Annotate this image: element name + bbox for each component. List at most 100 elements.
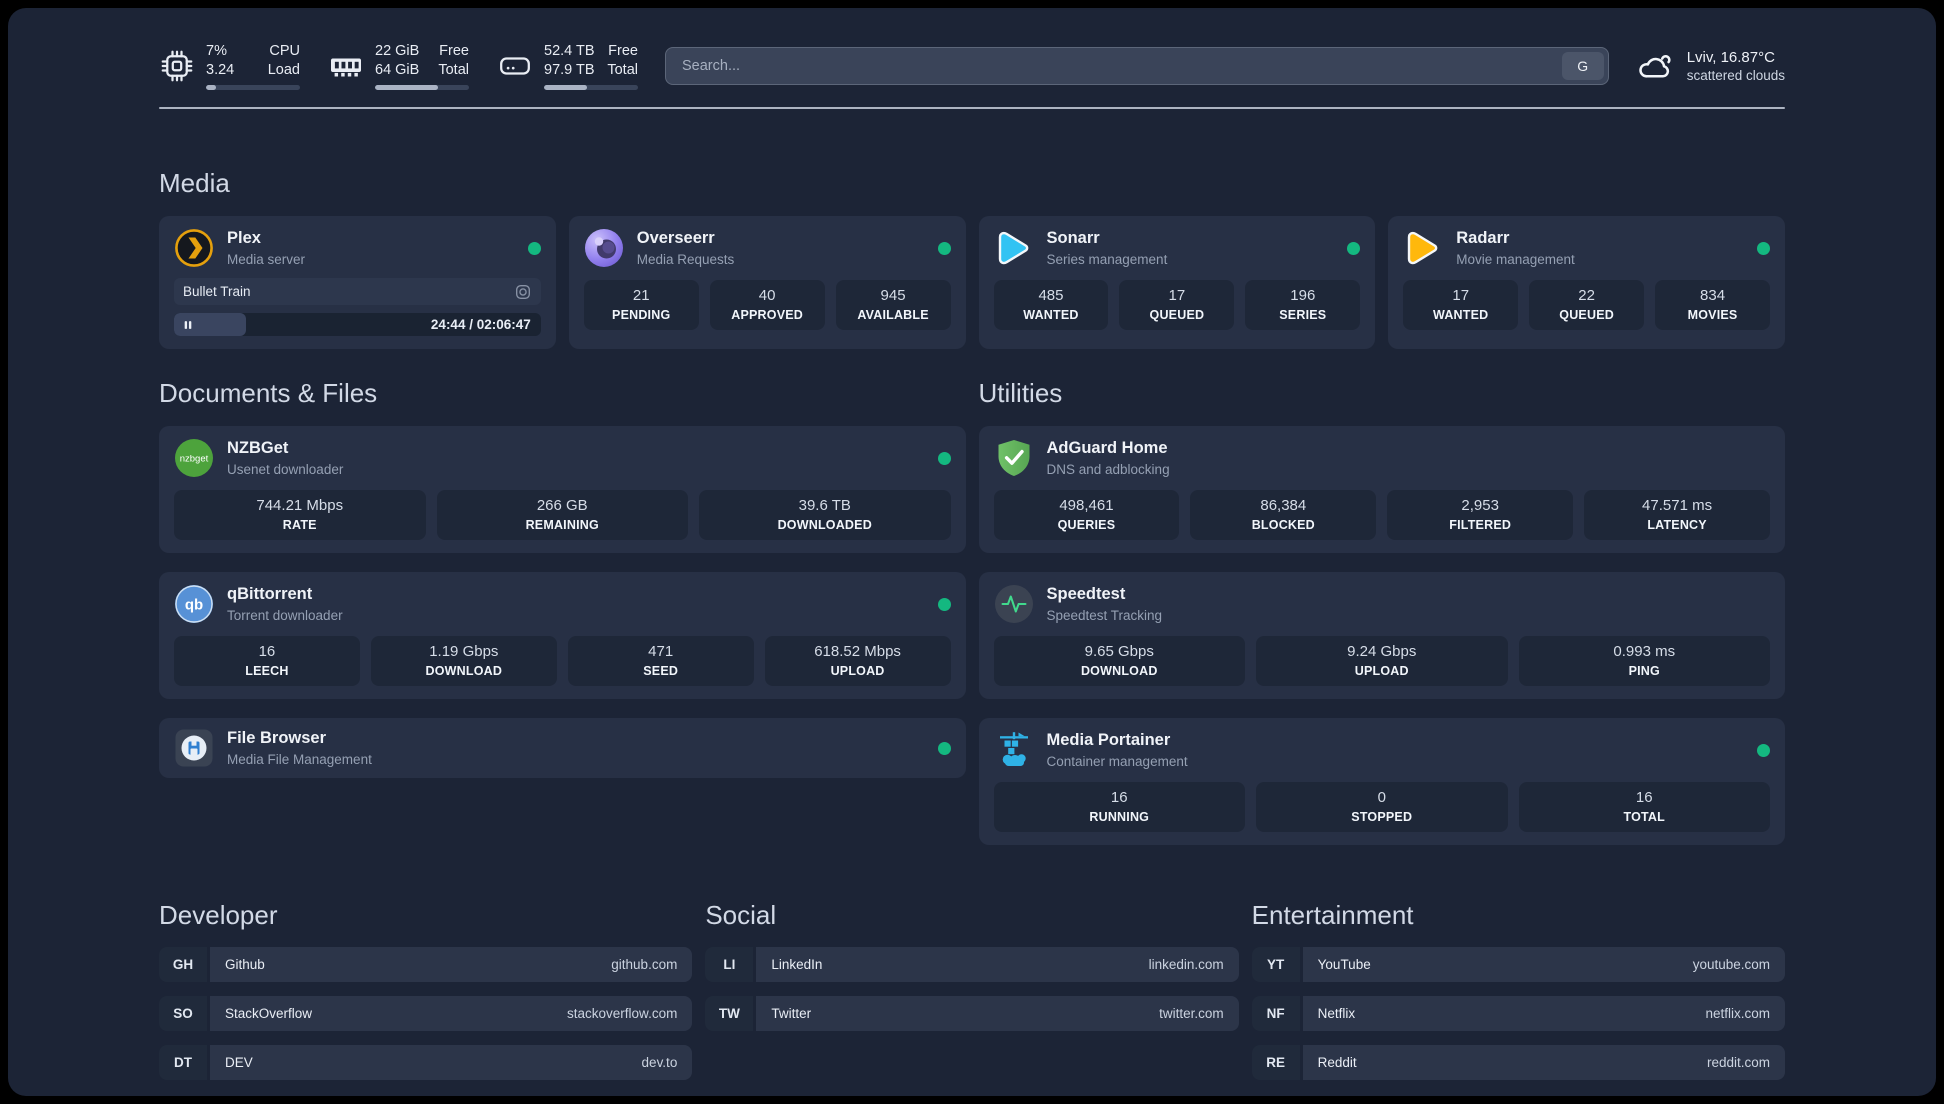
system-stat-rows: 7% 3.24 CPU Load bbox=[206, 42, 300, 80]
app-name: Overseerr bbox=[636, 229, 715, 248]
stat-label: WANTED bbox=[1023, 308, 1079, 323]
system-stat-memory: 22 GiB 64 GiB Free Total bbox=[328, 42, 469, 91]
app-description: Media File Management bbox=[227, 751, 372, 767]
stat-box-running: 16 RUNNING bbox=[993, 782, 1245, 833]
app-description: DNS and adblocking bbox=[1046, 461, 1170, 477]
app-card-file-browser[interactable]: File Browser Media File Management bbox=[159, 718, 966, 779]
stat-value: 16 bbox=[1635, 789, 1653, 807]
stat-box-upload: 618.52 Mbps UPLOAD bbox=[764, 636, 951, 687]
app-titles: Radarr Movie management bbox=[1456, 229, 1575, 267]
link-body: DEV dev.to bbox=[210, 1044, 693, 1080]
link-url: youtube.com bbox=[1692, 956, 1770, 972]
app-description: Movie management bbox=[1456, 252, 1575, 268]
link-abbr: RE bbox=[1251, 1044, 1300, 1080]
stat-label: LEECH bbox=[245, 664, 289, 679]
link-item-reddit[interactable]: RE Reddit reddit.com bbox=[1251, 1044, 1785, 1080]
stat-label: DOWNLOAD bbox=[1080, 664, 1158, 679]
stat-label: MOVIES bbox=[1687, 308, 1738, 323]
app-card-radarr[interactable]: Radarr Movie management 17 WANTED 22 QUE… bbox=[1388, 216, 1785, 350]
system-stat-body: 7% 3.24 CPU Load bbox=[206, 42, 300, 91]
stat-box-upload: 9.24 Gbps UPLOAD bbox=[1256, 636, 1508, 687]
stat-label: SEED bbox=[643, 664, 679, 679]
app-stats-row: 498,461 QUERIES 86,384 BLOCKED 2,953 FIL… bbox=[993, 490, 1770, 541]
stat-box-blocked: 86,384 BLOCKED bbox=[1190, 490, 1377, 541]
status-online-dot bbox=[1757, 241, 1770, 255]
stat-value: 17 bbox=[1452, 287, 1470, 305]
now-playing-icon bbox=[514, 283, 532, 301]
stat-label: QUERIES bbox=[1057, 518, 1116, 533]
stat-label: TOTAL bbox=[1623, 810, 1665, 825]
media-app-grid: Plex Media server Bullet Train 24:44 / 0… bbox=[159, 216, 1785, 350]
stat-label: LATENCY bbox=[1647, 518, 1707, 533]
stat-label: Free bbox=[439, 43, 469, 59]
link-body: Github github.com bbox=[210, 946, 693, 982]
app-card-media-portainer[interactable]: Media Portainer Container management 16 … bbox=[978, 718, 1785, 846]
stat-value: 21 bbox=[632, 287, 650, 305]
stat-label: AVAILABLE bbox=[857, 308, 929, 323]
app-card-plex[interactable]: Plex Media server Bullet Train 24:44 / 0… bbox=[159, 216, 556, 350]
app-card-header: nzbget NZBGet Usenet downloader bbox=[174, 438, 951, 478]
app-card-header: Radarr Movie management bbox=[1403, 228, 1770, 268]
search-input[interactable] bbox=[680, 57, 1562, 76]
link-url: dev.to bbox=[641, 1054, 678, 1070]
link-url: github.com bbox=[611, 956, 678, 972]
link-item-github[interactable]: GH Github github.com bbox=[159, 946, 693, 982]
disk-icon bbox=[497, 48, 533, 84]
app-card-overseerr[interactable]: Overseerr Media Requests 21 PENDING 40 A… bbox=[568, 216, 966, 350]
svg-text:qb: qb bbox=[185, 597, 203, 614]
stat-box-available: 945 AVAILABLE bbox=[835, 280, 951, 331]
stat-box-download: 9.65 Gbps DOWNLOAD bbox=[993, 636, 1245, 687]
stat-label: RATE bbox=[282, 518, 317, 533]
app-card-nzbget[interactable]: nzbget NZBGet Usenet downloader 744.21 M… bbox=[159, 426, 966, 554]
stat-box-download: 1.19 Gbps DOWNLOAD bbox=[370, 636, 557, 687]
system-stat-body: 52.4 TB 97.9 TB Free Total bbox=[544, 42, 638, 91]
app-card-speedtest[interactable]: Speedtest Speedtest Tracking 9.65 Gbps D… bbox=[978, 572, 1785, 700]
stat-value: 0.993 ms bbox=[1613, 643, 1676, 661]
link-name: DEV bbox=[225, 1054, 253, 1070]
link-item-youtube[interactable]: YT YouTube youtube.com bbox=[1251, 946, 1785, 982]
adguard-icon bbox=[994, 438, 1034, 478]
stat-box-pending: 21 PENDING bbox=[583, 280, 699, 331]
status-online-dot bbox=[937, 241, 951, 255]
filebrowser-icon bbox=[174, 728, 214, 768]
app-card-adguard-home[interactable]: AdGuard Home DNS and adblocking 498,461 … bbox=[978, 426, 1785, 554]
search-engine-button[interactable]: G bbox=[1561, 52, 1604, 81]
app-description: Container management bbox=[1046, 753, 1188, 769]
cpu-chip-icon bbox=[159, 48, 195, 84]
link-name: StackOverflow bbox=[225, 1005, 313, 1021]
link-abbr: YT bbox=[1251, 946, 1300, 982]
system-stat-labels: Free Total bbox=[607, 42, 638, 80]
link-item-twitter[interactable]: TW Twitter twitter.com bbox=[705, 995, 1239, 1031]
stat-box-ping: 0.993 ms PING bbox=[1518, 636, 1770, 687]
weather-text: Lviv, 16.87°C scattered clouds bbox=[1687, 49, 1785, 83]
status-online-dot bbox=[937, 597, 951, 611]
stat-value: 7% bbox=[206, 43, 227, 59]
header-divider bbox=[159, 107, 1785, 110]
weather-widget[interactable]: Lviv, 16.87°C scattered clouds bbox=[1636, 47, 1785, 85]
link-item-linkedin[interactable]: LI LinkedIn linkedin.com bbox=[705, 946, 1239, 982]
stat-box-wanted: 17 WANTED bbox=[1403, 280, 1519, 331]
link-abbr: NF bbox=[1251, 995, 1300, 1031]
section-title-social: Social bbox=[705, 900, 777, 931]
link-name: Twitter bbox=[771, 1005, 812, 1021]
app-name: NZBGet bbox=[227, 439, 289, 458]
app-card-qbittorrent[interactable]: qb qBittorrent Torrent downloader 16 LEE… bbox=[159, 572, 966, 700]
app-stats-row: 485 WANTED 17 QUEUED 196 SERIES bbox=[993, 280, 1361, 331]
portainer-icon bbox=[994, 730, 1034, 770]
link-item-netflix[interactable]: NF Netflix netflix.com bbox=[1251, 995, 1785, 1031]
link-item-dev[interactable]: DT DEV dev.to bbox=[159, 1044, 693, 1080]
stat-box-leech: 16 LEECH bbox=[174, 636, 360, 687]
app-card-header: Speedtest Speedtest Tracking bbox=[994, 584, 1771, 624]
stat-box-rate: 744.21 Mbps RATE bbox=[174, 490, 426, 541]
stat-value: 47.571 ms bbox=[1642, 497, 1713, 515]
documents-column: Documents & Files nzbget NZBGet Usenet d… bbox=[159, 378, 966, 845]
link-body: YouTube youtube.com bbox=[1302, 946, 1785, 982]
stat-label: DOWNLOADED bbox=[777, 518, 872, 533]
stat-value: 485 bbox=[1038, 287, 1064, 305]
stat-value: 618.52 Mbps bbox=[814, 643, 901, 661]
link-item-stackoverflow[interactable]: SO StackOverflow stackoverflow.com bbox=[159, 995, 693, 1031]
app-description: Series management bbox=[1046, 252, 1168, 268]
usage-bar-fill bbox=[206, 85, 217, 91]
speedtest-icon bbox=[994, 584, 1034, 624]
app-card-sonarr[interactable]: Sonarr Series management 485 WANTED 17 Q… bbox=[978, 216, 1376, 350]
